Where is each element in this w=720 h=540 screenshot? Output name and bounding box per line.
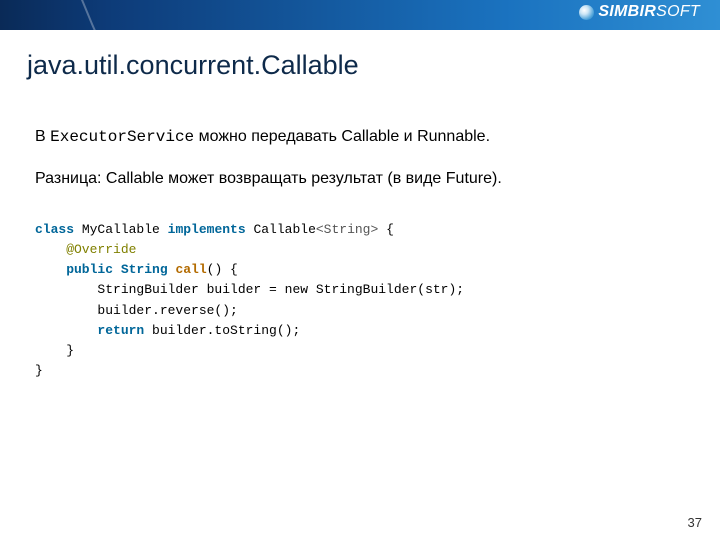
code-line: StringBuilder builder = new StringBuilde…: [35, 282, 464, 297]
generic: <String>: [316, 222, 378, 237]
text: можно передавать Callable и Runnable.: [194, 128, 490, 145]
text: В: [35, 128, 50, 145]
kw-class: class: [35, 222, 74, 237]
return-type: String: [113, 262, 175, 277]
classname: MyCallable: [74, 222, 168, 237]
code-line: builder.toString();: [144, 323, 300, 338]
code-inline: ExecutorService: [50, 128, 194, 146]
page-title: java.util.concurrent.Callable: [27, 50, 359, 81]
code-line: builder.reverse();: [35, 303, 238, 318]
code-block: class MyCallable implements Callable<Str…: [35, 220, 464, 381]
brace: }: [35, 363, 43, 378]
kw-implements: implements: [168, 222, 246, 237]
logo-brand-1: SIMBIR: [598, 3, 656, 20]
globe-icon: [579, 5, 594, 20]
kw-public: public: [35, 262, 113, 277]
logo: SIMBIRSOFT: [579, 3, 700, 21]
body-line-1: В ExecutorService можно передавать Calla…: [35, 125, 675, 149]
slide: SIMBIRSOFT java.util.concurrent.Callable…: [0, 0, 720, 540]
iface: Callable: [246, 222, 316, 237]
fn-name: call: [175, 262, 206, 277]
header-bar: SIMBIRSOFT: [0, 0, 720, 30]
logo-brand-2: SOFT: [656, 3, 700, 20]
sig: () {: [207, 262, 238, 277]
annotation: @Override: [35, 242, 136, 257]
brace: }: [35, 343, 74, 358]
body-text: В ExecutorService можно передавать Calla…: [35, 125, 675, 209]
body-line-2: Разница: Callable может возвращать резул…: [35, 167, 675, 191]
brace: {: [378, 222, 394, 237]
logo-text: SIMBIRSOFT: [598, 3, 700, 21]
kw-return: return: [35, 323, 144, 338]
page-number: 37: [688, 515, 702, 530]
